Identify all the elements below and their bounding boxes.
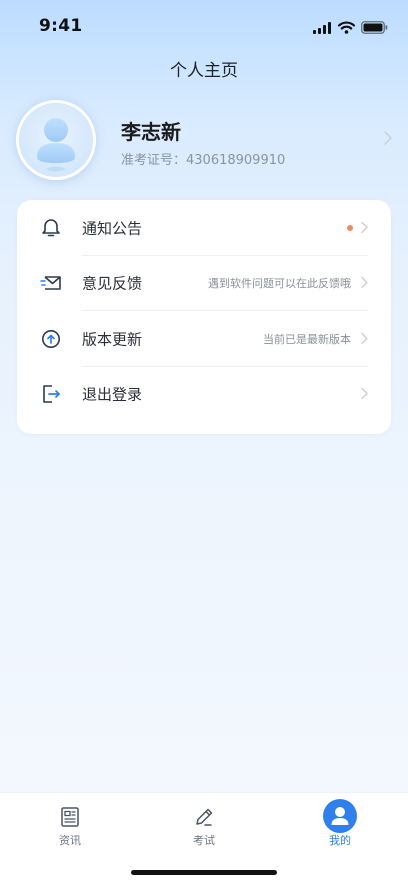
bell-icon [40, 217, 62, 239]
chevron-right-icon[interactable] [384, 130, 392, 149]
pencil-icon [192, 805, 216, 829]
tab-news[interactable]: 资讯 [2, 793, 138, 853]
menu-item-feedback[interactable]: 意见反馈 遇到软件问题可以在此反馈哦 [17, 256, 391, 311]
chevron-right-icon [361, 385, 368, 404]
battery-icon [361, 19, 388, 38]
tab-label: 考试 [193, 834, 215, 847]
home-indicator [131, 870, 277, 875]
mail-icon [40, 272, 62, 294]
menu-item-version-update[interactable]: 版本更新 当前已是最新版本 [17, 311, 391, 367]
chevron-right-icon [361, 218, 368, 237]
menu-item-label: 意见反馈 [82, 274, 143, 293]
profile-header[interactable]: 李志新 准考证号：430618909910 [16, 100, 392, 184]
menu-item-hint: 当前已是最新版本 [263, 332, 351, 346]
wifi-icon [337, 19, 356, 38]
menu-card: 通知公告 意见反馈 遇到软件问题可以在此反馈哦 版本更新 当前已是最新版本 退出… [17, 200, 391, 434]
menu-item-label: 版本更新 [82, 330, 143, 349]
chevron-right-icon [361, 329, 368, 348]
status-bar: 9:41 [0, 0, 408, 52]
tab-exam[interactable]: 考试 [136, 793, 272, 853]
menu-item-hint: 遇到软件问题可以在此反馈哦 [208, 277, 351, 291]
news-icon [58, 805, 82, 829]
page-title: 个人主页 [170, 61, 238, 81]
tab-label: 资讯 [59, 834, 81, 847]
menu-item-logout[interactable]: 退出登录 [17, 367, 391, 423]
tab-mine[interactable]: 我的 [272, 793, 408, 853]
menu-item-notifications[interactable]: 通知公告 [17, 200, 391, 256]
upgrade-icon [40, 328, 62, 350]
tab-label: 我的 [329, 834, 351, 847]
user-icon [323, 799, 357, 833]
chevron-right-icon [361, 274, 368, 293]
user-name: 李志新 [121, 120, 181, 144]
status-icons [313, 19, 388, 38]
menu-item-label: 通知公告 [82, 219, 143, 238]
status-time: 9:41 [39, 16, 83, 36]
notification-dot [347, 224, 353, 231]
menu-item-label: 退出登录 [82, 385, 143, 404]
logout-icon [40, 383, 62, 405]
signal-icon [313, 19, 332, 38]
user-avatar-icon[interactable] [16, 100, 96, 180]
exam-number: 准考证号：430618909910 [121, 153, 286, 168]
